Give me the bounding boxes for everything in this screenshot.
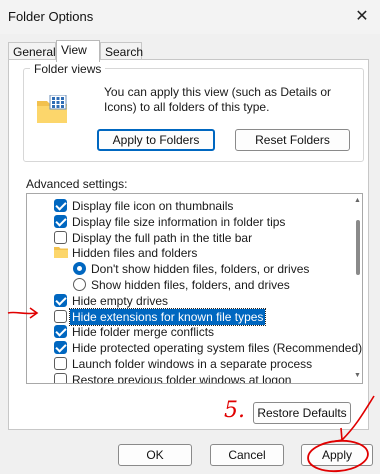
setting-label: Display the full path in the title bar xyxy=(72,230,253,245)
folder-views-group: Folder views You can apply this view (su… xyxy=(23,62,364,162)
setting-row[interactable]: Display file icon on thumbnails xyxy=(54,198,354,214)
checkbox-checked[interactable] xyxy=(54,341,67,355)
folder-views-label: Folder views xyxy=(30,62,106,76)
setting-row[interactable]: Launch folder windows in a separate proc… xyxy=(54,356,354,372)
apply-to-folders-button[interactable]: Apply to Folders xyxy=(97,129,215,151)
restore-defaults-button[interactable]: Restore Defaults xyxy=(253,402,351,424)
setting-row[interactable]: Hide folder merge conflicts xyxy=(54,324,354,340)
setting-row[interactable]: Hide protected operating system files (R… xyxy=(54,340,362,356)
setting-label: Display file icon on thumbnails xyxy=(72,199,234,213)
setting-row[interactable]: Hidden files and folders xyxy=(54,245,354,261)
setting-row[interactable]: Restore previous folder windows at logon xyxy=(54,372,354,384)
folder-options-window: Folder Options ✕ General View Search Fol… xyxy=(0,0,380,474)
dialog-footer: OK Cancel Apply xyxy=(0,430,380,474)
setting-label: Display file size information in folder … xyxy=(72,214,286,229)
tab-general[interactable]: General xyxy=(8,42,56,60)
setting-label: Hide extensions for known file types xyxy=(68,307,267,326)
setting-row[interactable]: Don't show hidden files, folders, or dri… xyxy=(73,261,362,277)
checkbox-checked[interactable] xyxy=(54,214,67,228)
setting-label: Show hidden files, folders, and drives xyxy=(91,278,290,292)
setting-row[interactable]: Show hidden files, folders, and drives xyxy=(73,277,362,293)
checkbox[interactable] xyxy=(54,357,67,370)
radio-selected[interactable] xyxy=(73,262,86,276)
checkbox-checked[interactable] xyxy=(54,293,67,307)
setting-row[interactable]: Hide empty drives xyxy=(54,293,354,309)
setting-label: Don't show hidden files, folders, or dri… xyxy=(91,262,310,277)
view-tab-panel: Folder views You can apply this view (su… xyxy=(8,59,369,430)
folder-icon xyxy=(54,247,68,259)
checkbox-checked[interactable] xyxy=(54,199,67,212)
checkbox-checked[interactable] xyxy=(54,325,67,339)
radio[interactable] xyxy=(73,278,86,291)
scroll-up-icon[interactable]: ▲ xyxy=(354,197,361,205)
folder-grid-icon xyxy=(37,95,67,123)
setting-row[interactable]: Display file size information in folder … xyxy=(54,214,354,230)
setting-row[interactable]: Display the full path in the title bar xyxy=(54,230,354,246)
title-bar: Folder Options ✕ xyxy=(0,0,380,34)
advanced-settings-label: Advanced settings: xyxy=(26,177,128,191)
setting-label: Hide protected operating system files (R… xyxy=(72,341,363,356)
close-icon[interactable]: ✕ xyxy=(352,8,372,26)
checkbox[interactable] xyxy=(54,230,67,244)
setting-label: Hide empty drives xyxy=(72,293,169,308)
reset-folders-button[interactable]: Reset Folders xyxy=(235,129,350,151)
scrollbar-thumb[interactable] xyxy=(356,220,360,275)
setting-label: Hide folder merge conflicts xyxy=(72,325,215,340)
advanced-settings-list[interactable]: Display file icon on thumbnails Display f… xyxy=(26,193,363,384)
scroll-down-icon[interactable]: ▼ xyxy=(354,372,361,380)
setting-label: Restore previous folder windows at logon xyxy=(72,372,292,384)
window-title: Folder Options xyxy=(8,9,94,24)
tab-search[interactable]: Search xyxy=(100,42,143,60)
setting-label: Hidden files and folders xyxy=(72,246,198,261)
folder-views-description: You can apply this view (such as Details… xyxy=(104,85,332,114)
tab-view[interactable]: View xyxy=(56,40,100,62)
checkbox[interactable] xyxy=(54,309,67,323)
cancel-button[interactable]: Cancel xyxy=(210,444,284,466)
apply-button[interactable]: Apply xyxy=(301,444,373,466)
ok-button[interactable]: OK xyxy=(118,444,192,466)
setting-row[interactable]: Hide extensions for known file types xyxy=(54,307,354,326)
checkbox[interactable] xyxy=(54,372,67,383)
setting-label: Launch folder windows in a separate proc… xyxy=(72,357,313,371)
